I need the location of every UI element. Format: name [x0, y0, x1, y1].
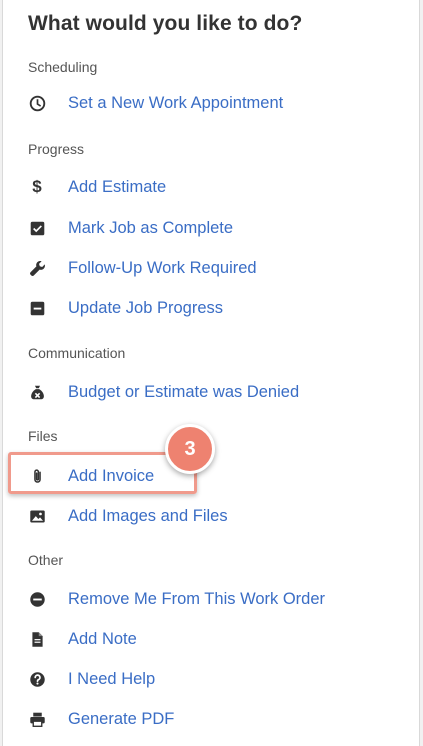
action-i-need-help[interactable]: I Need Help	[28, 665, 388, 693]
step-badge: 3	[165, 424, 215, 474]
section-label-communication: Communication	[28, 345, 126, 361]
action-label: Set a New Work Appointment	[68, 93, 284, 112]
section-label-other: Other	[28, 552, 64, 568]
action-generate-pdf[interactable]: Generate PDF	[28, 705, 388, 733]
section-label-scheduling: Scheduling	[28, 59, 98, 75]
action-label: Add Images and Files	[68, 506, 228, 525]
panel-heading: What would you like to do?	[28, 12, 303, 35]
money-bag-icon	[28, 383, 46, 401]
action-add-images-and-files[interactable]: Add Images and Files	[28, 502, 388, 530]
wrench-icon	[28, 259, 46, 277]
action-update-job-progress[interactable]: Update Job Progress	[28, 294, 388, 322]
dollar-icon: $	[32, 177, 42, 196]
action-label: Add Estimate	[68, 177, 167, 196]
action-label: Update Job Progress	[68, 298, 224, 317]
minus-square-icon	[28, 299, 46, 317]
action-label: Remove Me From This Work Order	[68, 589, 326, 608]
action-label: Follow-Up Work Required	[68, 258, 257, 277]
action-label: Add Note	[68, 629, 137, 648]
action-add-estimate[interactable]: $ Add Estimate	[28, 173, 388, 201]
minus-circle-icon	[28, 590, 46, 608]
image-icon	[28, 507, 46, 525]
checkbox-icon	[28, 219, 46, 237]
action-add-note[interactable]: Add Note	[28, 625, 388, 653]
file-icon	[28, 630, 46, 648]
clock-icon	[28, 94, 46, 112]
section-label-progress: Progress	[28, 141, 85, 157]
action-budget-estimate-denied[interactable]: Budget or Estimate was Denied	[28, 378, 388, 406]
question-circle-icon	[28, 670, 46, 688]
printer-icon	[28, 710, 46, 728]
action-label: Mark Job as Complete	[68, 218, 234, 237]
action-label: I Need Help	[68, 669, 156, 688]
section-label-files: Files	[28, 428, 58, 444]
action-set-new-work-appointment[interactable]: Set a New Work Appointment	[28, 89, 388, 117]
action-label: Generate PDF	[68, 709, 175, 728]
action-mark-job-complete[interactable]: Mark Job as Complete	[28, 214, 388, 242]
action-remove-me-from-work-order[interactable]: Remove Me From This Work Order	[28, 585, 388, 613]
actions-panel: What would you like to do? Scheduling Se…	[2, 0, 420, 746]
action-label: Budget or Estimate was Denied	[68, 382, 300, 401]
action-follow-up-work-required[interactable]: Follow-Up Work Required	[28, 254, 388, 282]
